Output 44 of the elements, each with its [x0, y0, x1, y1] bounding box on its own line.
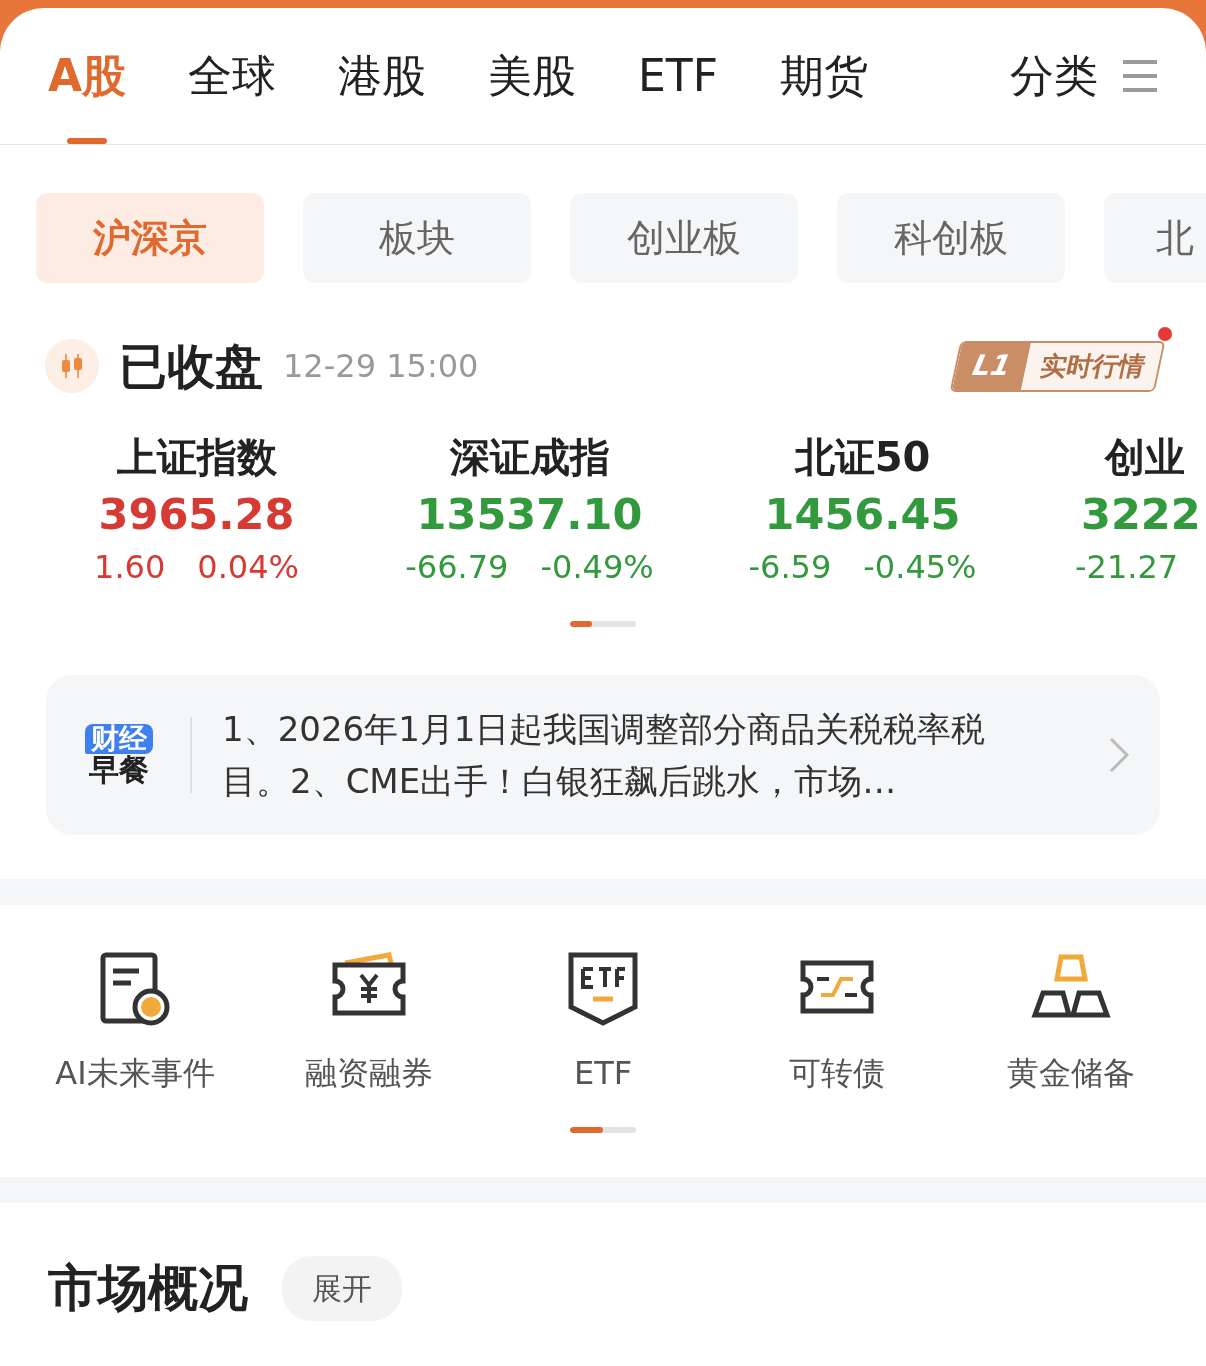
level-tag: L1: [951, 342, 1031, 390]
market-tab[interactable]: 全球: [188, 8, 277, 144]
change-value: -21.27: [1075, 546, 1179, 588]
market-tab[interactable]: 美股: [488, 8, 577, 144]
change-value: -66.79: [405, 546, 509, 588]
board-tab[interactable]: 北: [1104, 193, 1206, 283]
shortcut-button[interactable]: 融资融券: [252, 948, 486, 1097]
market-tab[interactable]: 港股: [338, 8, 427, 144]
board-tab[interactable]: 板块: [303, 193, 531, 283]
board-tab[interactable]: 科创板: [837, 193, 1065, 283]
candlestick-icon: [45, 339, 99, 393]
index-name: 北证50: [793, 433, 932, 482]
board-tab[interactable]: 创业板: [570, 193, 798, 283]
timestamp: 12-29 15:00: [283, 346, 479, 387]
market-tab[interactable]: ETF: [638, 8, 719, 144]
news-card[interactable]: 财经 早餐 1、2026年1月1日起我国调整部分商品关税税率税目。2、CME出手！白银狂飙后跳水，市场…: [46, 674, 1160, 835]
shortcut-button[interactable]: ETF: [486, 948, 720, 1097]
index-value: 1456.45: [763, 488, 962, 541]
change-value: -6.59: [748, 546, 832, 588]
index-value: 13537.10: [415, 488, 644, 541]
badge-label: 实时行情: [1021, 342, 1163, 390]
change-percent: -0.45%: [863, 546, 977, 588]
shortcut-button[interactable]: AI未来事件: [18, 948, 252, 1097]
menu-icon[interactable]: [1122, 58, 1158, 94]
expand-button[interactable]: 展开: [282, 1255, 402, 1321]
market-status: 已收盘: [119, 337, 263, 396]
chevron-right-icon: [1108, 735, 1130, 774]
logo-text: 早餐: [88, 753, 150, 786]
market-tab[interactable]: 期货: [780, 8, 869, 144]
news-text: 1、2026年1月1日起我国调整部分商品关税税率税目。2、CME出手！白银狂飙后跳水，市场…: [222, 707, 987, 803]
change-percent: -0.49%: [540, 546, 654, 588]
logo-text: 财经: [85, 724, 153, 754]
index-value: 3965.28: [97, 488, 296, 541]
change-percent: 0.04%: [197, 546, 299, 588]
index-name: 深证成指: [448, 433, 611, 482]
index-name: 创业: [1103, 433, 1186, 482]
change-value: 1.60: [94, 546, 166, 588]
category-button[interactable]: 分类: [1010, 43, 1098, 109]
index-name: 上证指数: [115, 433, 278, 482]
shortcut-button[interactable]: 可转债: [720, 948, 954, 1097]
section-title: 市场概况: [48, 1257, 248, 1319]
realtime-badge[interactable]: L1 实时行情: [949, 340, 1166, 392]
index-value: 3222: [1080, 488, 1202, 541]
shortcut-button[interactable]: 黄金储备: [954, 948, 1188, 1097]
